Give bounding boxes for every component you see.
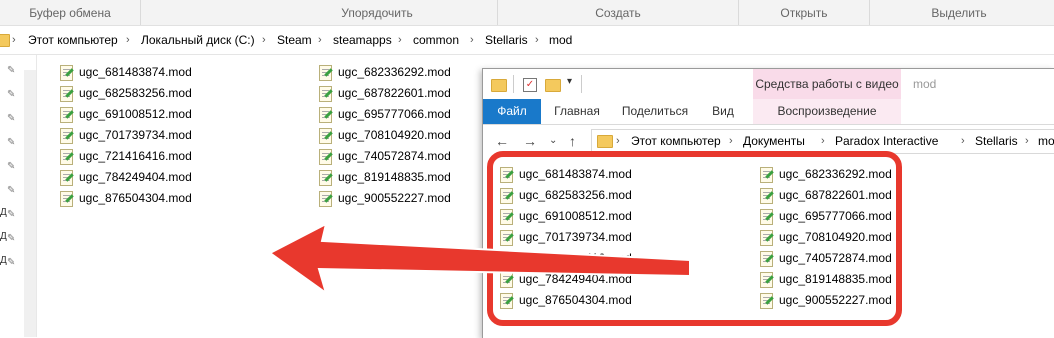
drag-arrow: [268, 222, 691, 296]
arrow-shape: [268, 222, 691, 296]
